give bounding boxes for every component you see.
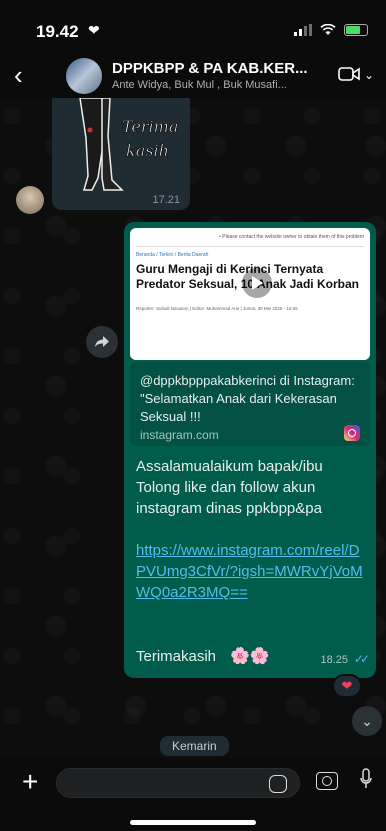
outgoing-message[interactable]: • Please contact the website owner to ob… bbox=[124, 222, 376, 678]
chat-header: ‹ DPPKBPP & PA KAB.KER... Ante Widya, Bu… bbox=[0, 54, 386, 98]
forward-button[interactable] bbox=[86, 326, 118, 358]
sticker-icon[interactable] bbox=[269, 775, 287, 793]
microphone-icon[interactable] bbox=[360, 768, 372, 790]
preview-breadcrumb: Beranda / Terkini / Berita Daerah bbox=[136, 252, 209, 258]
group-avatar[interactable] bbox=[66, 58, 102, 94]
status-bar: 19.42 ❤ bbox=[0, 0, 386, 54]
chevron-down-icon[interactable]: ⌄ bbox=[364, 68, 374, 82]
divider bbox=[136, 246, 364, 247]
wifi-icon bbox=[320, 24, 336, 35]
link-domain: instagram.com bbox=[140, 428, 219, 442]
link-preview-image[interactable]: • Please contact the website owner to ob… bbox=[130, 228, 370, 360]
play-icon bbox=[252, 276, 263, 290]
scroll-down-button[interactable]: ⌄ bbox=[352, 706, 382, 736]
reaction-heart-icon[interactable]: ❤ bbox=[332, 674, 362, 698]
message-time: 18.25 bbox=[320, 654, 348, 666]
chat-title[interactable]: DPPKBPP & PA KAB.KER... bbox=[112, 60, 312, 77]
instagram-icon bbox=[344, 425, 360, 441]
play-button[interactable] bbox=[242, 268, 272, 298]
message-link[interactable]: https://www.instagram.com/reel/DPVUmg3Cf… bbox=[136, 540, 368, 603]
forward-icon bbox=[95, 336, 109, 347]
heart-icon: ❤ bbox=[88, 22, 100, 38]
link-card[interactable]: @dppkbpppakabkerinci di Instagram: "Sela… bbox=[130, 362, 370, 446]
sticker-text: kasih bbox=[126, 141, 169, 160]
read-receipt-icon: ✓✓ bbox=[353, 652, 370, 666]
preview-note: • Please contact the website owner to ob… bbox=[219, 234, 364, 240]
battery-icon bbox=[344, 24, 368, 36]
sender-avatar[interactable] bbox=[16, 186, 44, 214]
date-separator: Kemarin bbox=[160, 736, 229, 756]
sticker-text: Terima bbox=[122, 117, 178, 136]
message-body: Assalamualaikum bapak/ibu Tolong like da… bbox=[136, 458, 323, 517]
message-closing: Terimakasih bbox=[136, 648, 217, 665]
chat-participants[interactable]: Ante Widya, Buk Mul , Buk Musafi... bbox=[112, 79, 312, 91]
sticker-message[interactable]: Terima kasih 17.21 bbox=[52, 98, 190, 210]
home-indicator bbox=[130, 820, 256, 825]
back-button[interactable]: ‹ bbox=[14, 62, 23, 88]
attach-plus-icon[interactable]: + bbox=[22, 768, 38, 796]
sticker-image[interactable]: Terima kasih bbox=[62, 98, 182, 198]
video-call-icon[interactable] bbox=[338, 66, 360, 82]
preview-meta: Reporter: Suhaili Nasution | Editor: Muh… bbox=[136, 306, 298, 311]
flower-emoji: 🌸🌸 bbox=[230, 648, 270, 665]
message-input[interactable] bbox=[56, 768, 300, 798]
message-time: 17.21 bbox=[152, 194, 180, 206]
signal-icon bbox=[294, 24, 312, 36]
link-title: @dppkbpppakabkerinci di Instagram: "Sela… bbox=[140, 373, 355, 424]
clock: 19.42 bbox=[36, 22, 79, 41]
system-icons bbox=[294, 24, 368, 36]
camera-icon[interactable] bbox=[316, 772, 338, 790]
